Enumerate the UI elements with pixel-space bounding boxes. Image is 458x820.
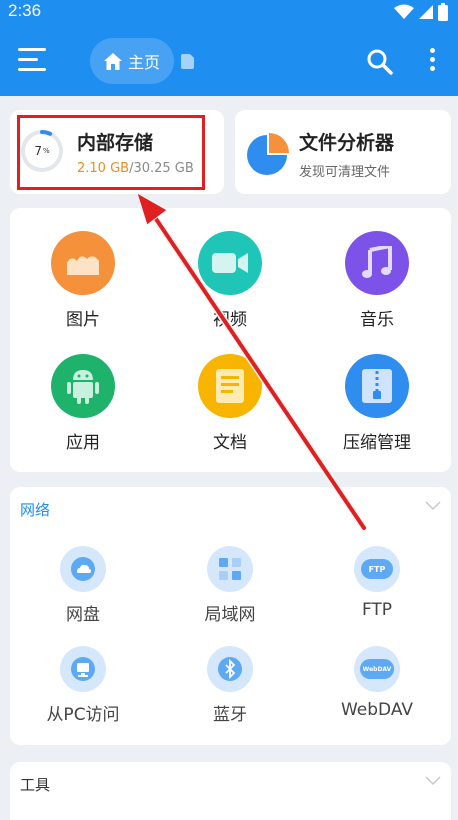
webdav-icon: WebDAV: [354, 646, 400, 692]
chevron-down-icon[interactable]: [425, 501, 441, 511]
highlight-box: [17, 115, 205, 190]
category-label: 压缩管理: [343, 433, 411, 453]
bluetooth-icon: [207, 646, 253, 692]
file-analyzer-card[interactable]: 文件分析器 发现可清理文件: [235, 110, 451, 194]
status-icons: [394, 3, 448, 21]
category-archives[interactable]: 压缩管理: [317, 354, 437, 453]
category-label: 应用: [66, 433, 100, 453]
category-grid: 图片 视频 音乐 应用 文档 压缩管理: [10, 208, 451, 472]
category-label: 视频: [213, 310, 247, 330]
ftp-badge: FTP: [361, 559, 393, 579]
battery-icon: [438, 3, 448, 21]
network-bluetooth[interactable]: 蓝牙: [170, 646, 290, 725]
network-section-title: 网络: [20, 501, 51, 519]
cloud-icon: [60, 546, 106, 592]
chevron-down-icon[interactable]: [425, 776, 441, 786]
more-options-icon[interactable]: [428, 48, 436, 74]
search-icon[interactable]: [366, 48, 394, 76]
network-label: FTP: [361, 600, 393, 620]
sd-card-icon[interactable]: [181, 54, 194, 69]
network-cloud-drive[interactable]: 网盘: [23, 546, 143, 625]
tools-section: 工具: [10, 762, 451, 820]
android-icon: [51, 354, 115, 418]
category-apps[interactable]: 应用: [23, 354, 143, 453]
home-label: 主页: [127, 53, 160, 72]
category-pictures[interactable]: 图片: [23, 231, 143, 330]
status-time: 2:36: [8, 1, 42, 20]
menu-button[interactable]: [18, 48, 46, 72]
status-bar: 2:36: [0, 0, 458, 26]
signal-icon: [419, 5, 433, 19]
ftp-icon: FTP: [354, 546, 400, 592]
pie-chart-icon: [247, 133, 289, 175]
category-music[interactable]: 音乐: [317, 231, 437, 330]
network-section: 网络 网盘 局域网 FTP FTP 从PC访问 蓝牙 WebDAV WebDAV: [10, 487, 451, 745]
analyzer-title: 文件分析器: [299, 132, 395, 154]
network-webdav[interactable]: WebDAV WebDAV: [317, 646, 437, 720]
picture-icon: [51, 231, 115, 295]
analyzer-subtitle: 发现可清理文件: [299, 165, 391, 180]
pc-icon: [60, 646, 106, 692]
network-label: 从PC访问: [46, 705, 120, 725]
wifi-icon: [394, 4, 414, 19]
music-icon: [345, 231, 409, 295]
network-label: 蓝牙: [213, 705, 247, 725]
category-label: 文档: [213, 433, 247, 453]
lan-icon: [207, 546, 253, 592]
home-breadcrumb[interactable]: 主页: [90, 38, 174, 84]
category-label: 音乐: [360, 310, 394, 330]
app-bar: 主页: [0, 26, 458, 96]
network-label: WebDAV: [340, 700, 414, 720]
home-icon: [103, 52, 122, 70]
video-icon: [198, 231, 262, 295]
category-documents[interactable]: 文档: [170, 354, 290, 453]
document-icon: [198, 354, 262, 418]
network-lan[interactable]: 局域网: [170, 546, 290, 625]
category-videos[interactable]: 视频: [170, 231, 290, 330]
network-label: 网盘: [66, 605, 100, 625]
network-pc-access[interactable]: 从PC访问: [23, 646, 143, 725]
network-ftp[interactable]: FTP FTP: [317, 546, 437, 620]
category-label: 图片: [66, 310, 100, 330]
archive-icon: [345, 354, 409, 418]
tools-section-title: 工具: [20, 776, 51, 794]
webdav-badge: WebDAV: [360, 659, 394, 679]
network-label: 局域网: [204, 605, 256, 625]
